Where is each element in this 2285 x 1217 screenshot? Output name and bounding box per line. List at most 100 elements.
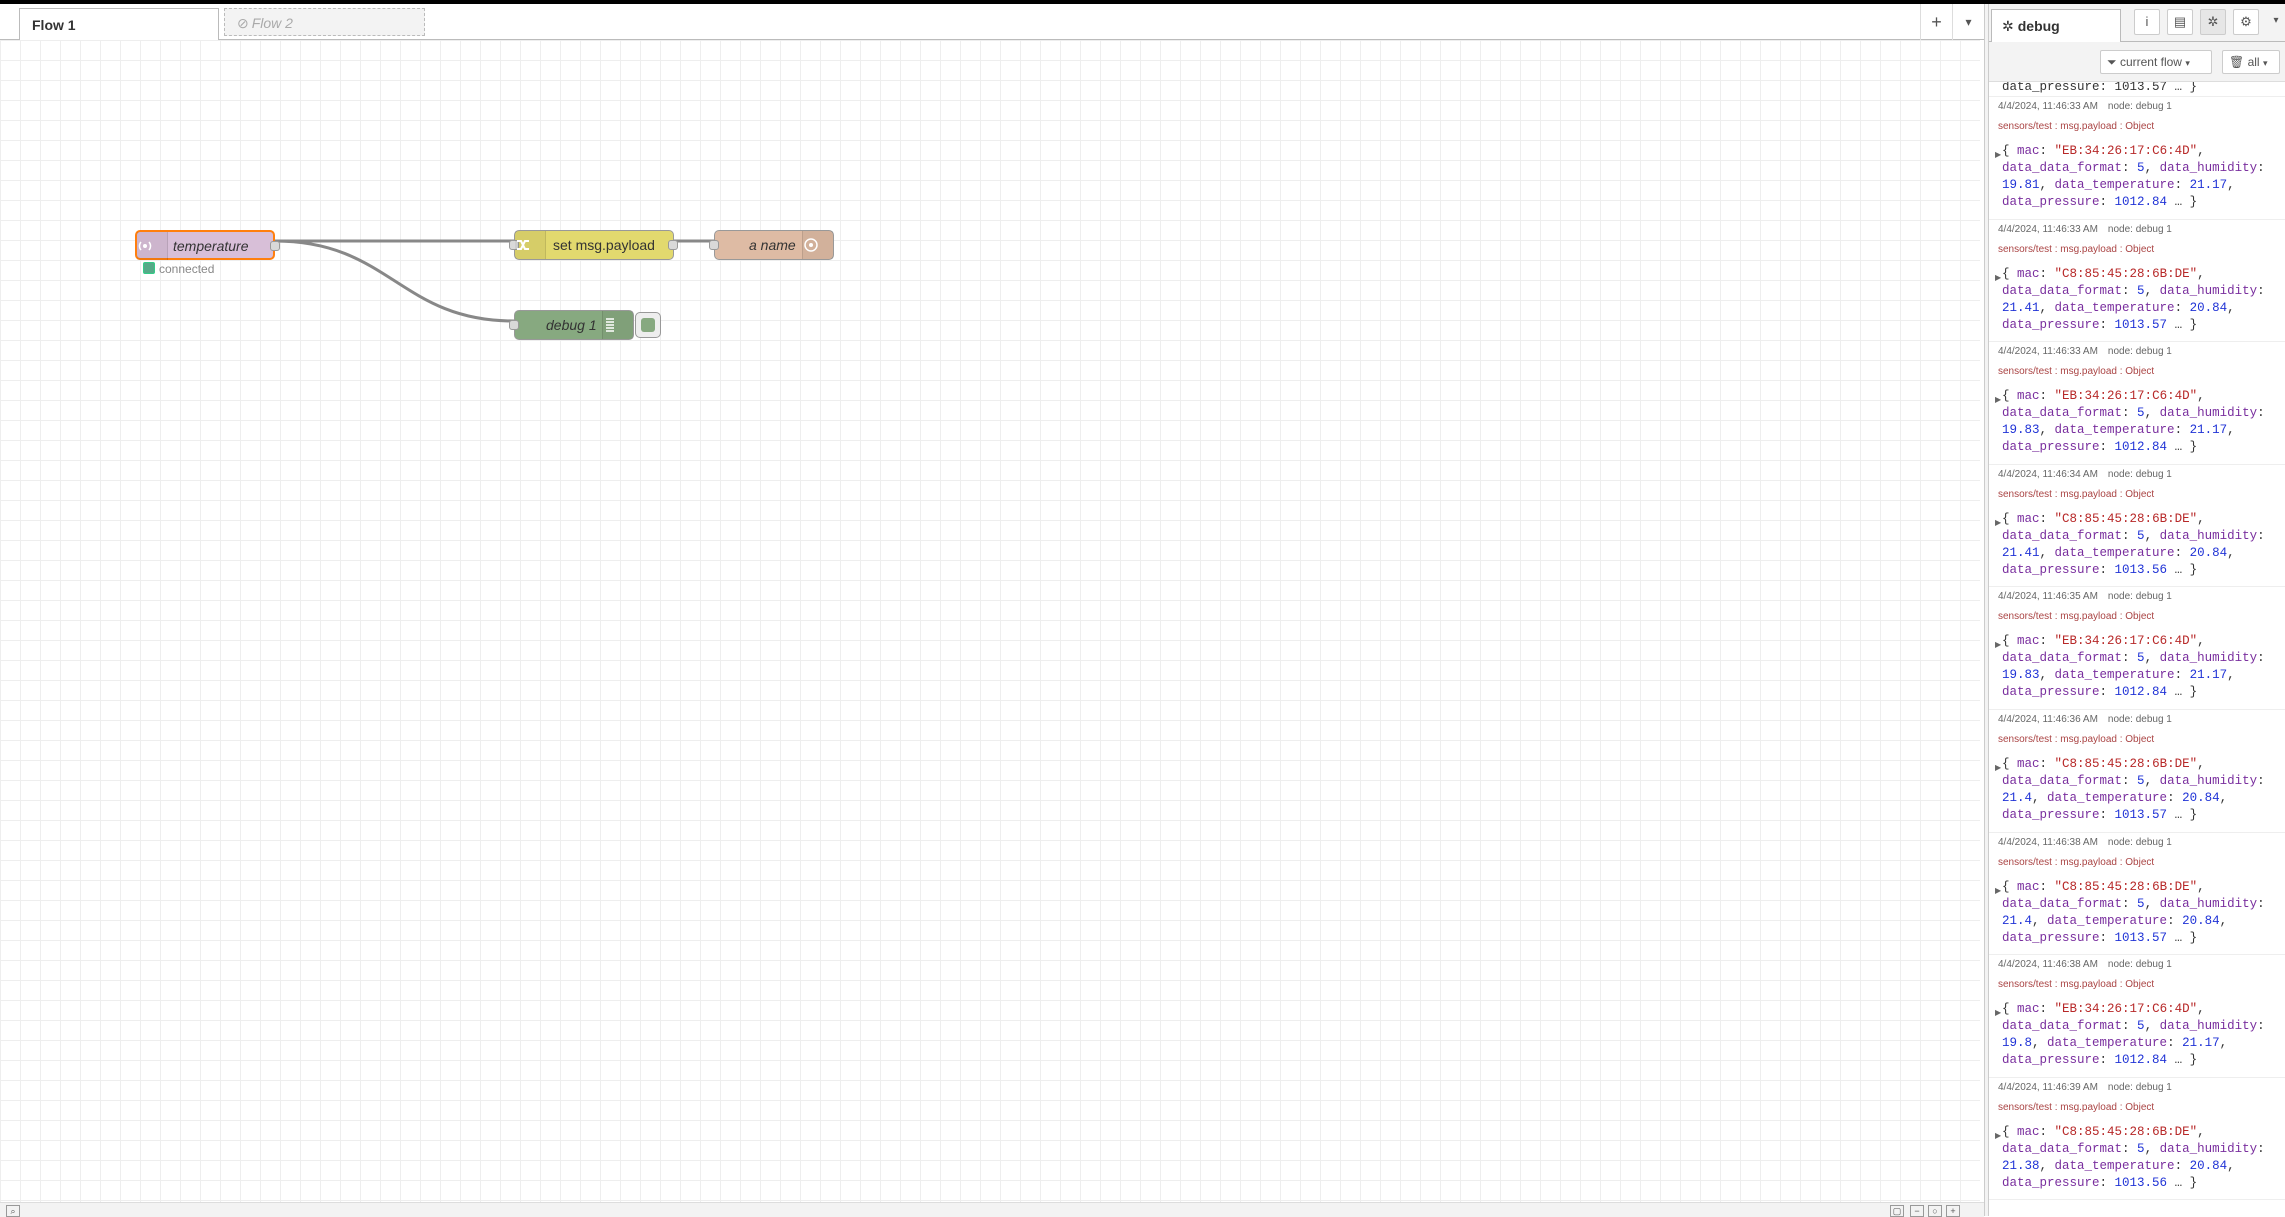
- message-topic: sensors/test : msg.payload : Object: [1998, 488, 2155, 500]
- message-time: 4/4/2024, 11:46:38 AM: [1998, 959, 2098, 971]
- message-body[interactable]: ▶{ mac: "EB:34:26:17:C6:4D", data_data_f…: [1989, 380, 2285, 456]
- message-node[interactable]: node: debug 1: [2108, 959, 2172, 970]
- expand-caret-icon[interactable]: ▶: [1995, 515, 2001, 532]
- message-body[interactable]: ▶{ mac: "EB:34:26:17:C6:4D", data_data_f…: [1989, 993, 2285, 1069]
- wire-temperature-debug[interactable]: [274, 239, 515, 323]
- clear-button[interactable]: 🗑 all ▾: [2222, 50, 2280, 74]
- expand-caret-icon[interactable]: ▶: [1995, 760, 2001, 777]
- input-port[interactable]: [509, 320, 519, 330]
- message-topic: sensors/test : msg.payload : Object: [1998, 243, 2155, 255]
- debug-message[interactable]: 4/4/2024, 11:46:33 AM node: debug 1 sensor…: [1989, 220, 2285, 343]
- tab-flow-2[interactable]: ⊘ Flow 2: [224, 8, 425, 36]
- node-temperature[interactable]: temperature: [135, 230, 280, 260]
- flow-list-button[interactable]: ▾: [1952, 4, 1984, 40]
- zoom-in-icon[interactable]: +: [1946, 1205, 1960, 1217]
- navigator-icon[interactable]: ▢: [1890, 1205, 1904, 1217]
- expand-caret-icon[interactable]: ▶: [1995, 1005, 2001, 1022]
- value-temperature: 20.84: [2189, 300, 2228, 315]
- expand-caret-icon[interactable]: ▶: [1995, 392, 2001, 409]
- trash-icon: 🗑: [2229, 55, 2245, 69]
- message-node[interactable]: node: debug 1: [2108, 1082, 2172, 1093]
- debug-message[interactable]: 4/4/2024, 11:46:34 AM node: debug 1 sensor…: [1989, 465, 2285, 588]
- caret-down-icon: ▾: [1965, 15, 1972, 29]
- value-mac: "C8:85:45:28:6B:DE": [2054, 879, 2198, 894]
- expand-caret-icon[interactable]: ▶: [1995, 637, 2001, 654]
- message-node[interactable]: node: debug 1: [2108, 469, 2172, 480]
- message-body[interactable]: ▶{ mac: "C8:85:45:28:6B:DE", data_data_f…: [1989, 503, 2285, 579]
- value-pressure: 1013.57: [2114, 807, 2168, 822]
- zoom-out-icon[interactable]: −: [1910, 1205, 1924, 1217]
- value-temperature: 20.84: [2182, 913, 2220, 928]
- debug-message[interactable]: 4/4/2024, 11:46:33 AM node: debug 1 sensor…: [1989, 97, 2285, 220]
- node-change[interactable]: set msg.payload: [509, 230, 678, 260]
- config-gear-icon[interactable]: ⚙: [2233, 9, 2259, 35]
- input-port[interactable]: [709, 240, 719, 250]
- tab-debug[interactable]: ✲ debug: [1991, 9, 2121, 42]
- message-node[interactable]: node: debug 1: [2108, 101, 2172, 112]
- info-icon[interactable]: i: [2134, 9, 2160, 35]
- message-body[interactable]: ▶{ mac: "C8:85:45:28:6B:DE", data_data_f…: [1989, 871, 2285, 947]
- message-node[interactable]: node: debug 1: [2108, 224, 2172, 235]
- zoom-reset-icon[interactable]: ○: [1928, 1205, 1942, 1217]
- caret-down-icon: ▾: [2262, 58, 2268, 68]
- message-time: 4/4/2024, 11:46:35 AM: [1998, 591, 2098, 603]
- clear-label: all: [2247, 55, 2260, 69]
- message-body[interactable]: ▶{ mac: "C8:85:45:28:6B:DE", data_data_f…: [1989, 1116, 2285, 1192]
- debug-message[interactable]: 4/4/2024, 11:46:38 AM node: debug 1 sensor…: [1989, 955, 2285, 1078]
- message-body[interactable]: ▶{ mac: "C8:85:45:28:6B:DE", data_data_f…: [1989, 258, 2285, 334]
- debug-message[interactable]: 4/4/2024, 11:46:38 AM node: debug 1 sensor…: [1989, 833, 2285, 956]
- message-node[interactable]: node: debug 1: [2108, 714, 2172, 725]
- output-port[interactable]: [270, 241, 280, 251]
- message-time: 4/4/2024, 11:46:34 AM: [1998, 468, 2098, 480]
- value-format: 5: [2137, 283, 2145, 298]
- message-node[interactable]: node: debug 1: [2108, 346, 2172, 357]
- node-named[interactable]: a name: [709, 230, 834, 260]
- filter-button[interactable]: ⏷ current flow ▾: [2100, 50, 2212, 74]
- add-flow-button[interactable]: +: [1920, 4, 1952, 40]
- mqtt-icon: [137, 232, 168, 260]
- message-node[interactable]: node: debug 1: [2108, 591, 2172, 602]
- node-debug[interactable]: debug 1: [509, 310, 634, 340]
- value-mac: "C8:85:45:28:6B:DE": [2054, 1124, 2198, 1139]
- message-body[interactable]: ▶{ mac: "C8:85:45:28:6B:DE", data_data_f…: [1989, 748, 2285, 824]
- search-icon[interactable]: ⌕: [6, 1205, 20, 1217]
- value-format: 5: [2137, 1141, 2145, 1156]
- help-book-icon[interactable]: ▤: [2167, 9, 2193, 35]
- value-mac: "EB:34:26:17:C6:4D": [2054, 634, 2198, 649]
- caret-down-icon[interactable]: ▾: [2263, 9, 2285, 35]
- value-format: 5: [2137, 651, 2145, 666]
- disabled-icon: ⊘: [237, 15, 249, 31]
- debug-toggle-button[interactable]: [635, 312, 661, 338]
- value-pressure: 1013.57: [2114, 317, 2168, 332]
- debug-message[interactable]: 4/4/2024, 11:46:33 AM node: debug 1 sensor…: [1989, 342, 2285, 465]
- output-port[interactable]: [668, 240, 678, 250]
- debug-message[interactable]: 4/4/2024, 11:46:39 AM node: debug 1 sensor…: [1989, 1078, 2285, 1201]
- expand-caret-icon[interactable]: ▶: [1995, 270, 2001, 287]
- message-meta: 4/4/2024, 11:46:33 AM node: debug 1: [1989, 342, 2285, 360]
- value-pressure: 1012.84: [2114, 195, 2168, 209]
- expand-caret-icon[interactable]: ▶: [1995, 147, 2001, 164]
- expand-caret-icon[interactable]: ▶: [1995, 1128, 2001, 1145]
- value-format: 5: [2137, 161, 2145, 175]
- debug-bug-icon[interactable]: ✲: [2200, 9, 2226, 35]
- wires: [274, 239, 714, 323]
- expand-caret-icon[interactable]: ▶: [1995, 883, 2001, 900]
- value-pressure: 1012.84: [2114, 1053, 2168, 1068]
- message-meta: 4/4/2024, 11:46:34 AM node: debug 1: [1989, 465, 2285, 483]
- value-humidity: 21.41: [2002, 545, 2040, 560]
- node-label: set msg.payload: [553, 237, 655, 253]
- message-time: 4/4/2024, 11:46:33 AM: [1998, 223, 2098, 235]
- tab-flow-1[interactable]: Flow 1: [19, 8, 219, 41]
- debug-message[interactable]: 4/4/2024, 11:46:35 AM node: debug 1 sensor…: [1989, 587, 2285, 710]
- flow-canvas[interactable]: temperature connected set msg.payload a …: [0, 40, 1980, 1202]
- value-mac: "EB:34:26:17:C6:4D": [2054, 389, 2198, 404]
- message-topic: sensors/test : msg.payload : Object: [1998, 979, 2155, 991]
- message-body[interactable]: ▶{ mac: "EB:34:26:17:C6:4D", data_data_f…: [1989, 135, 2285, 211]
- toggle-indicator: [641, 318, 655, 332]
- value-temperature: 21.17: [2189, 668, 2228, 683]
- message-node[interactable]: node: debug 1: [2108, 837, 2172, 848]
- message-body[interactable]: ▶{ mac: "EB:34:26:17:C6:4D", data_data_f…: [1989, 625, 2285, 701]
- value-pressure: 1013.57: [2114, 930, 2168, 945]
- debug-message[interactable]: 4/4/2024, 11:46:36 AM node: debug 1 sensor…: [1989, 710, 2285, 833]
- value-humidity: 19.81: [2002, 178, 2040, 192]
